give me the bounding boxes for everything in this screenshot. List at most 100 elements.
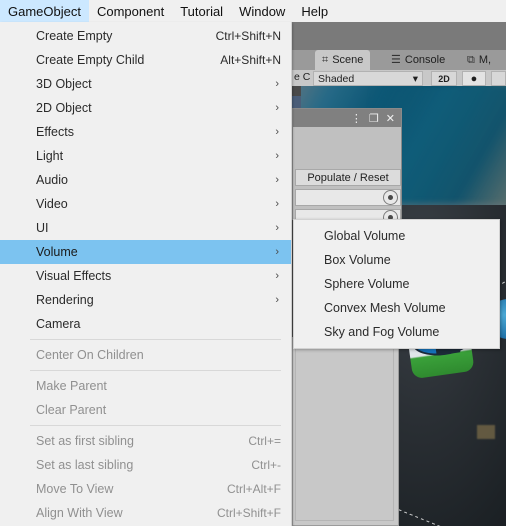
object-field-1[interactable] bbox=[295, 189, 401, 206]
menu-item-3d-object[interactable]: 3D Object › bbox=[0, 72, 291, 96]
menu-item-camera[interactable]: Camera bbox=[0, 312, 291, 336]
menu-item-set-as-first-sibling: Set as first sibling Ctrl+= bbox=[0, 429, 291, 453]
submenu-item-global-volume[interactable]: Global Volume bbox=[294, 224, 499, 248]
menu-item-shortcut: Ctrl+Alt+F bbox=[227, 482, 281, 496]
menubar-item-window[interactable]: Window bbox=[231, 0, 293, 22]
menu-item-align-with-view: Align With View Ctrl+Shift+F bbox=[0, 501, 291, 525]
project-panel[interactable] bbox=[292, 337, 399, 526]
scene-toolbar-left-text: e C bbox=[294, 71, 310, 83]
menu-item-shortcut: Alt+Shift+N bbox=[220, 53, 281, 67]
submenu-item-label: Global Volume bbox=[324, 229, 405, 243]
menu-item-visual-effects[interactable]: Visual Effects › bbox=[0, 264, 291, 288]
editor-toolbar-strip bbox=[292, 22, 506, 50]
menu-item-label: Make Parent bbox=[36, 379, 107, 393]
submenu-item-label: Box Volume bbox=[324, 253, 391, 267]
menu-item-audio[interactable]: Audio › bbox=[0, 168, 291, 192]
submenu-item-label: Sky and Fog Volume bbox=[324, 325, 439, 339]
submenu-item-label: Sphere Volume bbox=[324, 277, 409, 291]
menu-separator bbox=[30, 370, 281, 371]
menu-bar: GameObject Component Tutorial Window Hel… bbox=[0, 0, 506, 22]
tab-package-manager[interactable]: ⧉ M, bbox=[460, 50, 498, 70]
menu-item-shortcut: Ctrl+Shift+N bbox=[216, 29, 281, 43]
menu-item-ui[interactable]: UI › bbox=[0, 216, 291, 240]
populate-reset-button[interactable]: Populate / Reset bbox=[295, 169, 401, 186]
menu-item-center-on-children: Center On Children bbox=[0, 343, 291, 367]
floating-window-body: Populate / Reset bbox=[293, 127, 401, 219]
menu-item-effects[interactable]: Effects › bbox=[0, 120, 291, 144]
menu-item-label: 2D Object bbox=[36, 101, 92, 115]
chevron-right-icon: › bbox=[275, 270, 281, 282]
grid-icon: ⌗ bbox=[322, 55, 328, 66]
shading-mode-label: Shaded bbox=[318, 73, 354, 85]
menu-item-label: Video bbox=[36, 197, 68, 211]
submenu-item-convex-mesh-volume[interactable]: Convex Mesh Volume bbox=[294, 296, 499, 320]
object-picker-icon[interactable] bbox=[383, 190, 398, 205]
menu-separator bbox=[30, 339, 281, 340]
scene-audio-toggle[interactable] bbox=[491, 71, 506, 86]
chevron-right-icon: › bbox=[275, 174, 281, 186]
floating-window-titlebar[interactable]: ⋮ ❐ ✕ bbox=[293, 109, 401, 127]
menu-item-clear-parent: Clear Parent bbox=[0, 398, 291, 422]
chevron-right-icon: › bbox=[275, 198, 281, 210]
menu-item-create-empty-child[interactable]: Create Empty Child Alt+Shift+N bbox=[0, 48, 291, 72]
menubar-item-help[interactable]: Help bbox=[293, 0, 336, 22]
menu-item-label: Create Empty bbox=[36, 29, 112, 43]
package-icon: ⧉ bbox=[467, 55, 475, 66]
unity-editor-window: ⌗ Scene ☰ Console ⧉ M, e C Shaded ▾ 2D ● bbox=[0, 0, 506, 526]
menu-item-label: Set as first sibling bbox=[36, 434, 134, 448]
menubar-item-tutorial[interactable]: Tutorial bbox=[172, 0, 231, 22]
tab-console-label: Console bbox=[405, 54, 445, 66]
menu-item-label: 3D Object bbox=[36, 77, 92, 91]
submenu-item-box-volume[interactable]: Box Volume bbox=[294, 248, 499, 272]
submenu-item-sky-and-fog-volume[interactable]: Sky and Fog Volume bbox=[294, 320, 499, 344]
scene-lighting-toggle[interactable]: ● bbox=[462, 71, 486, 86]
menu-item-label: Effects bbox=[36, 125, 74, 139]
scene-small-crate bbox=[477, 425, 495, 439]
menu-item-make-parent: Make Parent bbox=[0, 374, 291, 398]
menu-item-label: Visual Effects bbox=[36, 269, 111, 283]
chevron-right-icon: › bbox=[275, 222, 281, 234]
menu-item-video[interactable]: Video › bbox=[0, 192, 291, 216]
kebab-menu-icon[interactable]: ⋮ bbox=[351, 112, 362, 125]
menu-item-shortcut: Ctrl+- bbox=[251, 458, 281, 472]
menu-item-shortcut: Ctrl+Shift+F bbox=[217, 506, 281, 520]
menu-item-label: Rendering bbox=[36, 293, 94, 307]
chevron-right-icon: › bbox=[275, 150, 281, 162]
toggle-2d-button[interactable]: 2D bbox=[431, 71, 457, 86]
console-icon: ☰ bbox=[391, 55, 401, 66]
menu-item-move-to-view: Move To ViewCtrl+Alt+F bbox=[0, 477, 291, 501]
menu-item-2d-object[interactable]: 2D Object › bbox=[0, 96, 291, 120]
chevron-right-icon: › bbox=[275, 246, 281, 258]
close-icon[interactable]: ✕ bbox=[386, 112, 395, 125]
menubar-item-component[interactable]: Component bbox=[89, 0, 172, 22]
menubar-item-gameobject[interactable]: GameObject bbox=[0, 0, 89, 22]
menu-item-label: Clear Parent bbox=[36, 403, 106, 417]
submenu-item-sphere-volume[interactable]: Sphere Volume bbox=[294, 272, 499, 296]
menu-item-light[interactable]: Light › bbox=[0, 144, 291, 168]
shading-mode-dropdown[interactable]: Shaded ▾ bbox=[313, 71, 423, 86]
menu-item-label: Volume bbox=[36, 245, 78, 259]
maximize-icon[interactable]: ❐ bbox=[369, 112, 379, 125]
menu-item-label: Set as last sibling bbox=[36, 458, 133, 472]
menu-item-create-empty[interactable]: Create Empty Ctrl+Shift+N bbox=[0, 24, 291, 48]
menu-item-label: Create Empty Child bbox=[36, 53, 144, 67]
tab-package-manager-label: M, bbox=[479, 54, 491, 66]
menu-item-label: Align With View bbox=[36, 506, 123, 520]
menu-item-label: Audio bbox=[36, 173, 68, 187]
chevron-right-icon: › bbox=[275, 126, 281, 138]
chevron-right-icon: › bbox=[275, 102, 281, 114]
submenu-item-label: Convex Mesh Volume bbox=[324, 301, 446, 315]
tab-scene[interactable]: ⌗ Scene bbox=[315, 50, 370, 70]
volume-submenu: Global Volume Box Volume Sphere Volume Conv… bbox=[293, 219, 500, 349]
chevron-right-icon: › bbox=[275, 78, 281, 90]
menu-item-label: Center On Children bbox=[36, 348, 144, 362]
menu-item-label: Light bbox=[36, 149, 63, 163]
chevron-right-icon: › bbox=[275, 294, 281, 306]
tab-console[interactable]: ☰ Console bbox=[384, 50, 452, 70]
floating-tool-window[interactable]: ⋮ ❐ ✕ Populate / Reset bbox=[292, 108, 402, 220]
menu-item-volume[interactable]: Volume › bbox=[0, 240, 291, 264]
menu-item-set-as-last-sibling: Set as last sibling Ctrl+- bbox=[0, 453, 291, 477]
menu-item-label: UI bbox=[36, 221, 49, 235]
menu-item-rendering[interactable]: Rendering › bbox=[0, 288, 291, 312]
menu-item-shortcut: Ctrl+= bbox=[248, 434, 281, 448]
